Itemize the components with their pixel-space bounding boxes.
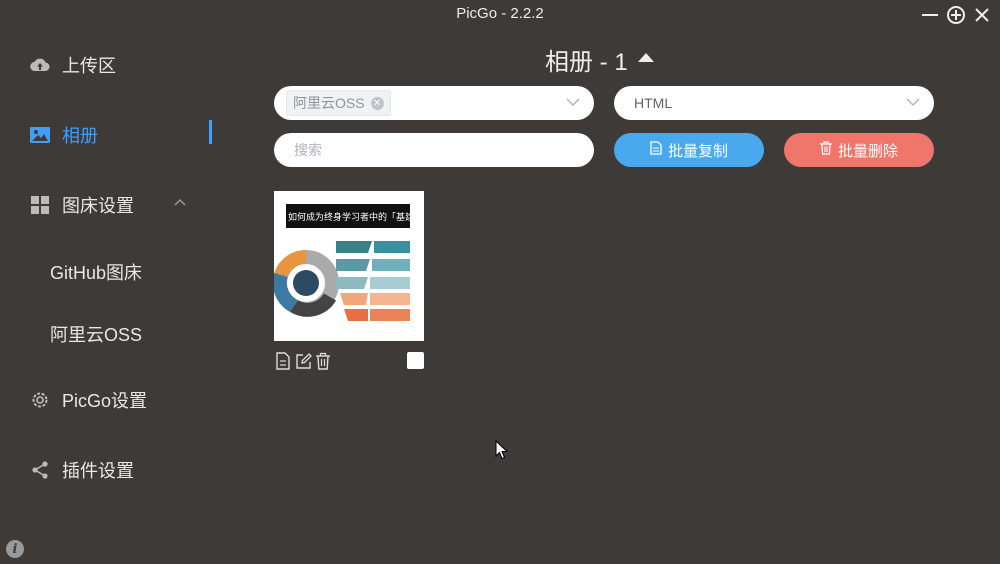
thumbnail-title: 如何成为终身学习者中的「基建狂魔」? bbox=[286, 204, 410, 228]
page-title: 相册 - 1 bbox=[545, 42, 654, 77]
search-input[interactable] bbox=[274, 133, 594, 167]
sidebar-item-aliyun[interactable]: 阿里云OSS bbox=[50, 321, 142, 347]
image-select-checkbox[interactable] bbox=[407, 352, 424, 369]
sidebar-item-image-bed[interactable]: 图床设置 bbox=[30, 192, 134, 218]
sidebar-item-label: 相册 bbox=[62, 126, 98, 146]
info-icon[interactable]: i bbox=[6, 540, 24, 558]
sidebar-item-gallery[interactable]: 相册 bbox=[30, 122, 98, 148]
format-value: HTML bbox=[634, 95, 673, 111]
sidebar: 上传区 相册 图床设置 GitHub图床 阿里云OSS PicGo设置 插件设置 bbox=[0, 30, 240, 564]
filter-tag: 阿里云OSS ✕ bbox=[286, 90, 391, 116]
trash-icon[interactable] bbox=[314, 351, 332, 371]
app-title: PicGo - 2.2.2 bbox=[456, 5, 544, 22]
card-actions bbox=[274, 351, 332, 371]
grid-icon bbox=[30, 195, 50, 215]
sidebar-item-label: 插件设置 bbox=[62, 461, 134, 481]
close-icon[interactable] bbox=[972, 5, 992, 25]
sidebar-item-label: 上传区 bbox=[62, 56, 116, 76]
title-bar: PicGo - 2.2.2 bbox=[0, 0, 1000, 28]
sidebar-item-plugins[interactable]: 插件设置 bbox=[30, 457, 134, 483]
batch-copy-label: 批量复制 bbox=[667, 142, 728, 160]
paste-format-select[interactable]: HTML bbox=[614, 86, 934, 120]
trash-icon bbox=[819, 141, 832, 159]
chevron-up-icon[interactable] bbox=[174, 195, 186, 209]
image-bed-filter-select[interactable]: 阿里云OSS ✕ bbox=[274, 86, 594, 120]
sidebar-item-label: PicGo设置 bbox=[62, 391, 148, 411]
chevron-down-icon bbox=[566, 95, 580, 112]
window-controls bbox=[920, 5, 992, 25]
tag-close-icon[interactable]: ✕ bbox=[370, 96, 384, 110]
sidebar-item-upload[interactable]: 上传区 bbox=[30, 52, 116, 78]
caret-up-icon[interactable] bbox=[637, 53, 654, 62]
copy-link-icon[interactable] bbox=[274, 351, 292, 371]
minimize-icon[interactable] bbox=[920, 5, 940, 25]
batch-delete-button[interactable]: 批量删除 bbox=[784, 133, 934, 167]
share-icon bbox=[30, 460, 50, 480]
gear-icon bbox=[30, 390, 50, 410]
cloud-upload-icon bbox=[30, 55, 50, 75]
chevron-down-icon bbox=[906, 95, 920, 112]
edit-icon[interactable] bbox=[294, 351, 312, 371]
image-icon bbox=[30, 125, 50, 145]
gallery-image-card[interactable]: 如何成为终身学习者中的「基建狂魔」? bbox=[274, 191, 424, 341]
maximize-icon[interactable] bbox=[946, 5, 966, 25]
sidebar-item-label: 图床设置 bbox=[62, 196, 134, 216]
mouse-cursor-icon bbox=[495, 440, 509, 460]
batch-copy-button[interactable]: 批量复制 bbox=[614, 133, 764, 167]
sidebar-item-picgo-settings[interactable]: PicGo设置 bbox=[30, 387, 147, 413]
document-icon bbox=[650, 141, 662, 159]
active-indicator bbox=[209, 120, 212, 144]
sidebar-item-github[interactable]: GitHub图床 bbox=[50, 259, 142, 285]
filter-tag-label: 阿里云OSS bbox=[293, 95, 365, 111]
batch-delete-label: 批量删除 bbox=[837, 142, 898, 160]
page-title-text: 相册 - 1 bbox=[545, 49, 628, 76]
